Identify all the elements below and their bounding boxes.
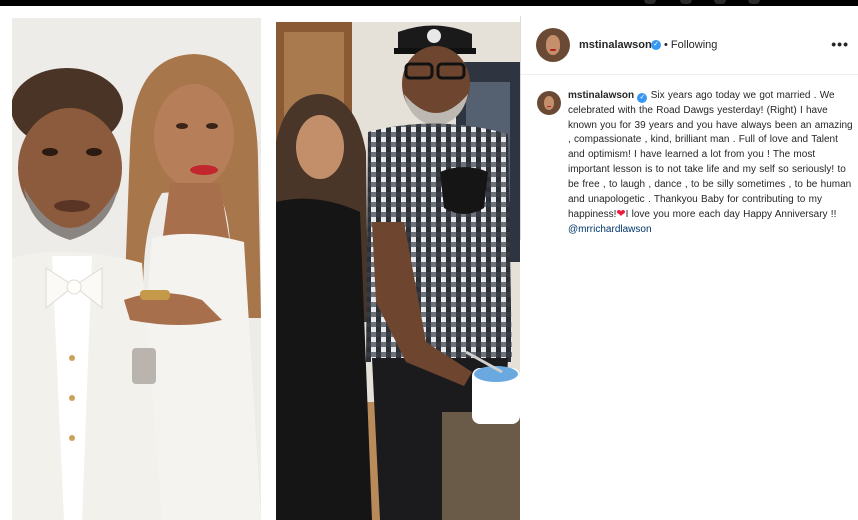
toolbar-icon[interactable]: [680, 0, 692, 4]
caption-text: Six years ago today we got married . We …: [568, 90, 853, 221]
photo-couple-cake-illustration: [276, 22, 520, 520]
caption-avatar[interactable]: [537, 91, 561, 115]
avatar-face: [545, 35, 561, 55]
top-toolbar: [0, 0, 858, 6]
more-options-icon[interactable]: •••: [831, 36, 849, 52]
avatar-face: [543, 96, 555, 110]
post-panel: mstinalawson ✓ • Following ••• mstinalaw…: [520, 16, 858, 240]
following-button[interactable]: • Following: [664, 39, 717, 51]
post-header: mstinalawson ✓ • Following •••: [521, 16, 858, 75]
toolbar-icon[interactable]: [714, 0, 726, 4]
toolbar-icon[interactable]: [644, 0, 656, 4]
photo-couple-white-illustration: [12, 18, 261, 520]
toolbar-icon[interactable]: [748, 0, 760, 4]
caption-tail: I love you more each day Happy Anniversa…: [625, 209, 837, 221]
photo-couple-cake: [276, 22, 520, 520]
caption-username[interactable]: mstinalawson: [568, 90, 634, 101]
avatar-lips: [550, 49, 556, 52]
profile-avatar[interactable]: [536, 28, 570, 62]
verified-badge-icon: ✓: [651, 40, 661, 50]
mention-link[interactable]: @mrrichardlawson: [568, 224, 652, 235]
post-caption: mstinalawson ✓ Six years ago today we go…: [568, 89, 854, 238]
verified-badge-icon: ✓: [637, 93, 648, 103]
header-username[interactable]: mstinalawson: [579, 39, 652, 51]
heart-emoji-icon: ❤: [616, 208, 626, 221]
photo-couple-white: [12, 18, 261, 520]
